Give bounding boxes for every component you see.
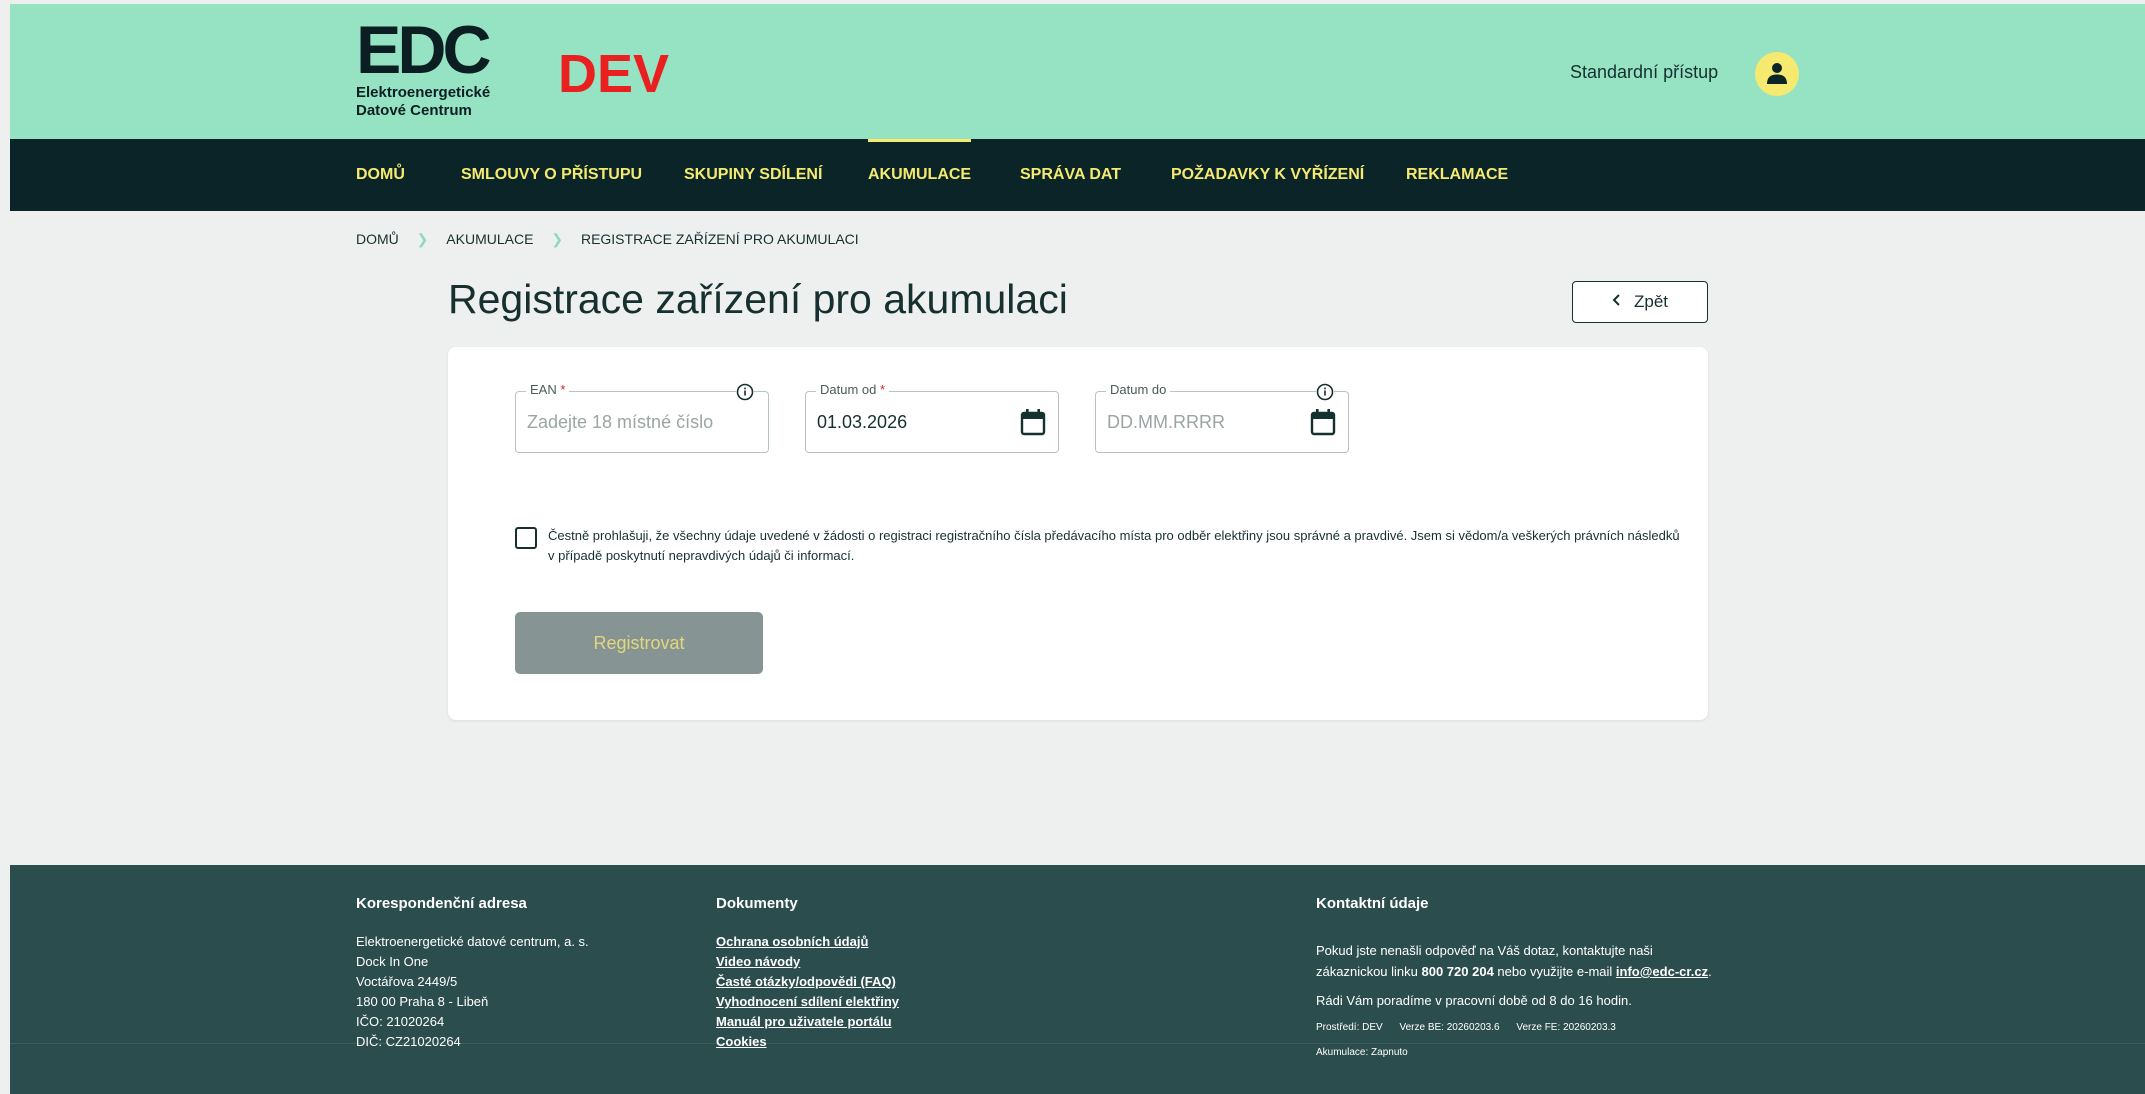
date-from-field[interactable]: Datum od * 01.03.2026 — [805, 382, 1059, 453]
logo-mark: EDC — [356, 12, 492, 88]
contact-hours: Rádi Vám poradíme v pracovní době od 8 d… — [1316, 993, 1632, 1008]
footer-address-title: Korespondenční adresa — [356, 895, 527, 912]
contact-text-1: zákaznickou linku 800 720 204 nebo využi… — [1316, 961, 1712, 982]
consent-text: Čestně prohlašuji, že všechny údaje uved… — [548, 528, 1680, 563]
ean-label-text: EAN — [530, 382, 557, 397]
nav-item-reklamace[interactable]: REKLAMACE — [1406, 139, 1508, 211]
footer-documents-title: Dokumenty — [716, 895, 798, 912]
breadcrumb-home[interactable]: DOMŮ — [356, 231, 399, 247]
footer-documents: Dokumenty Ochrana osobních údajů Video n… — [716, 895, 899, 1052]
main-navigation: DOMŮ SMLOUVY O PŘÍSTUPU SKUPINY SDÍLENÍ … — [10, 139, 2145, 211]
calendar-icon[interactable] — [1020, 408, 1046, 441]
link-sharing-evaluation[interactable]: Vyhodnocení sdílení elektřiny — [716, 992, 899, 1012]
footer-contact-title: Kontaktní údaje — [1316, 895, 1429, 912]
nav-item-smlouvy[interactable]: SMLOUVY O PŘÍSTUPU — [461, 139, 642, 211]
required-mark: * — [880, 382, 886, 397]
footer-divider — [10, 1043, 2145, 1044]
link-user-manual[interactable]: Manuál pro uživatele portálu — [716, 1012, 899, 1032]
edc-logo[interactable]: EDC Elektroenergetické Datové Centrum — [356, 12, 526, 130]
nav-item-domu[interactable]: DOMŮ — [356, 139, 405, 211]
link-privacy[interactable]: Ochrana osobních údajů — [716, 932, 899, 952]
nav-item-sprava-dat[interactable]: SPRÁVA DAT — [1020, 139, 1121, 211]
env-info: Prostředí: DEV — [1316, 1022, 1383, 1033]
required-mark: * — [560, 382, 566, 397]
nav-item-akumulace[interactable]: AKUMULACE — [868, 139, 972, 211]
date-to-input[interactable]: DD.MM.RRRR — [1107, 412, 1225, 433]
info-icon[interactable] — [736, 383, 754, 401]
info-icon[interactable] — [1316, 383, 1334, 401]
chevron-left-icon — [1612, 292, 1622, 312]
address-line: Voctářova 2449/5 — [356, 974, 458, 989]
contact-text-1c: nebo využijte e-mail — [1493, 964, 1616, 979]
address-line: 180 00 Praha 8 - Libeň — [356, 994, 489, 1009]
address-line: Dock In One — [356, 954, 429, 969]
fe-version: Verze FE: 20260203.3 — [1516, 1022, 1616, 1033]
date-to-field[interactable]: Datum do DD.MM.RRRR — [1095, 382, 1349, 453]
date-to-label: Datum do — [1106, 382, 1171, 397]
breadcrumb: DOMŮ ❯ AKUMULACE ❯ REGISTRACE ZAŘÍZENÍ P… — [356, 230, 859, 248]
header: EDC Elektroenergetické Datové Centrum DE… — [10, 4, 2145, 139]
back-button[interactable]: Zpět — [1572, 281, 1708, 323]
date-from-input[interactable]: 01.03.2026 — [817, 412, 907, 433]
register-button[interactable]: Registrovat — [515, 612, 763, 674]
breadcrumb-current: REGISTRACE ZAŘÍZENÍ PRO AKUMULACI — [580, 231, 859, 248]
calendar-icon[interactable] — [1310, 408, 1336, 441]
user-avatar-button[interactable] — [1755, 52, 1799, 96]
chevron-right-icon: ❯ — [416, 230, 429, 247]
user-access-label: Standardní přístup — [1570, 62, 1719, 82]
contact-email-link[interactable]: info@edc-cr.cz — [1616, 964, 1708, 979]
address-line: DIČ: CZ21020264 — [356, 1034, 461, 1049]
environment-label: DEV — [558, 44, 670, 104]
ean-input[interactable]: Zadejte 18 místné číslo — [527, 412, 713, 433]
page-title: Registrace zařízení pro akumulaci — [448, 276, 1068, 322]
address-line: IČO: 21020264 — [356, 1014, 445, 1029]
accumulation-status: Akumulace: Zapnuto — [1316, 1047, 1408, 1058]
chevron-right-icon: ❯ — [551, 230, 564, 247]
contact-text-1d: . — [1708, 964, 1712, 979]
contact-text-1a: Pokud jste nenašli odpověď na Váš dotaz,… — [1316, 943, 1653, 958]
breadcrumb-akumulace[interactable]: AKUMULACE — [446, 231, 533, 247]
consent-checkbox[interactable] — [515, 527, 537, 549]
date-from-label-text: Datum od — [820, 382, 877, 397]
registration-form-card: EAN * Zadejte 18 místné číslo Datum od *… — [448, 347, 1708, 720]
footer-address: Korespondenční adresa Elektroenergetické… — [356, 895, 589, 1052]
contact-text-1b: zákaznickou linku — [1316, 964, 1422, 979]
nav-item-skupiny-sdileni[interactable]: SKUPINY SDÍLENÍ — [684, 139, 822, 211]
date-to-label-text: Datum do — [1110, 382, 1167, 397]
link-faq[interactable]: Časté otázky/odpovědi (FAQ) — [716, 972, 899, 992]
user-icon — [1767, 63, 1787, 84]
nav-item-pozadavky[interactable]: POŽADAVKY K VYŘÍZENÍ — [1171, 139, 1364, 211]
back-button-label: Zpět — [1633, 292, 1669, 311]
ean-field[interactable]: EAN * Zadejte 18 místné číslo — [515, 382, 769, 453]
footer: Korespondenční adresa Elektroenergetické… — [10, 865, 2145, 1094]
link-cookies[interactable]: Cookies — [716, 1032, 899, 1052]
version-info: Prostředí: DEV Verze BE: 20260203.6 Verz… — [1316, 1021, 1712, 1035]
link-video-guides[interactable]: Video návody — [716, 952, 899, 972]
date-from-label: Datum od * — [816, 382, 890, 397]
be-version: Verze BE: 20260203.6 — [1399, 1022, 1500, 1033]
footer-contact: Kontaktní údaje Pokud jste nenašli odpov… — [1316, 895, 1712, 1060]
address-line: Elektroenergetické datové centrum, a. s. — [356, 934, 589, 949]
ean-label: EAN * — [526, 382, 570, 397]
contact-phone[interactable]: 800 720 204 — [1422, 964, 1494, 979]
logo-text: Elektroenergetické Datové Centrum — [356, 84, 491, 119]
